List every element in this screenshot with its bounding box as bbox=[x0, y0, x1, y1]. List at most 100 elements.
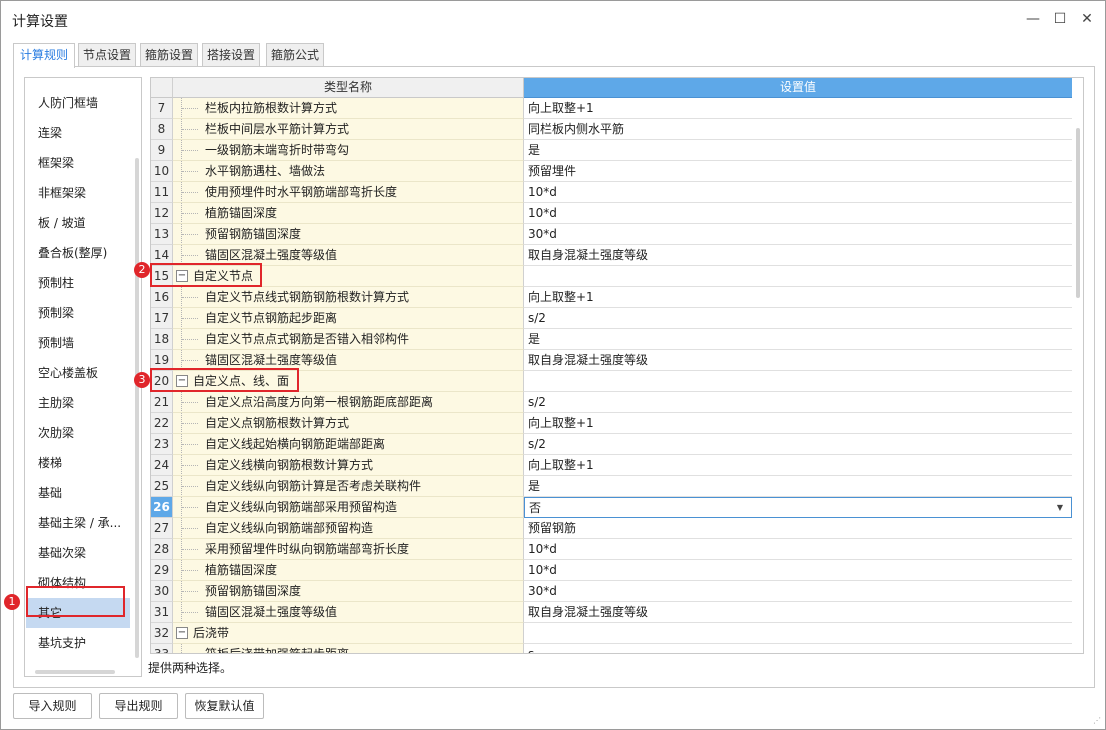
sidebar-item[interactable]: 人防门框墙 bbox=[26, 88, 130, 118]
sidebar-item[interactable]: 主肋梁 bbox=[26, 388, 130, 418]
list-vertical-scrollbar[interactable] bbox=[135, 158, 139, 658]
setting-value-cell[interactable]: s bbox=[524, 644, 1072, 653]
tab-stirrup-formula[interactable]: 箍筋公式 bbox=[266, 43, 324, 67]
export-rules-button[interactable]: 导出规则 bbox=[99, 693, 178, 719]
tree-line-icon bbox=[181, 455, 201, 475]
group-row[interactable]: 32− 后浇带 bbox=[151, 623, 1072, 644]
restore-defaults-button[interactable]: 恢复默认值 bbox=[185, 693, 264, 719]
setting-value-cell[interactable] bbox=[524, 266, 1072, 287]
table-row[interactable]: 12 植筋锚固深度 10*d bbox=[151, 203, 1072, 224]
resize-grip-icon[interactable]: ⋰ bbox=[1093, 716, 1101, 725]
setting-value-cell[interactable]: 10*d bbox=[524, 560, 1072, 581]
table-row[interactable]: 28 采用预留埋件时纵向钢筋端部弯折长度 10*d bbox=[151, 539, 1072, 560]
setting-value-cell[interactable] bbox=[524, 623, 1072, 644]
grid-vertical-scrollbar[interactable] bbox=[1076, 128, 1080, 298]
column-header-name[interactable]: 类型名称 bbox=[173, 78, 524, 98]
list-horizontal-scrollbar[interactable] bbox=[35, 670, 115, 674]
table-row[interactable]: 16 自定义节点线式钢筋钢筋根数计算方式 向上取整+1 bbox=[151, 287, 1072, 308]
sidebar-item[interactable]: 基础主梁 / 承... bbox=[26, 508, 130, 538]
tab-stirrup-settings[interactable]: 箍筋设置 bbox=[140, 43, 198, 67]
setting-value-cell[interactable]: s/2 bbox=[524, 434, 1072, 455]
setting-name: 自定义节点点式钢筋是否错入相邻构件 bbox=[205, 332, 410, 346]
table-row[interactable]: 23 自定义线起始横向钢筋距端部距离 s/2 bbox=[151, 434, 1072, 455]
collapse-icon[interactable]: − bbox=[176, 627, 188, 639]
setting-value-cell[interactable]: 10*d bbox=[524, 539, 1072, 560]
sidebar-item[interactable]: 基坑支护 bbox=[26, 628, 130, 658]
sidebar-item[interactable]: 楼梯 bbox=[26, 448, 130, 478]
minimize-icon[interactable]: — bbox=[1023, 9, 1043, 29]
tree-line-icon bbox=[181, 98, 201, 118]
setting-name: 预留钢筋锚固深度 bbox=[205, 227, 302, 241]
table-row[interactable]: 30 预留钢筋锚固深度 30*d bbox=[151, 581, 1072, 602]
sidebar-item[interactable]: 叠合板(整厚) bbox=[26, 238, 130, 268]
table-row[interactable]: 29 植筋锚固深度 10*d bbox=[151, 560, 1072, 581]
setting-value-cell[interactable]: 10*d bbox=[524, 203, 1072, 224]
setting-value-cell[interactable]: 取自身混凝土强度等级 bbox=[524, 350, 1072, 371]
table-row[interactable]: 11 使用预埋件时水平钢筋端部弯折长度 10*d bbox=[151, 182, 1072, 203]
setting-value-cell[interactable] bbox=[524, 371, 1072, 392]
table-row[interactable]: 22 自定义点钢筋根数计算方式 向上取整+1 bbox=[151, 413, 1072, 434]
table-row[interactable]: 24 自定义线横向钢筋根数计算方式 向上取整+1 bbox=[151, 455, 1072, 476]
group-row[interactable]: 15− 自定义节点 bbox=[151, 266, 1072, 287]
table-row[interactable]: 25 自定义线纵向钢筋计算是否考虑关联构件 是 bbox=[151, 476, 1072, 497]
setting-value-cell[interactable]: 取自身混凝土强度等级 bbox=[524, 602, 1072, 623]
close-icon[interactable]: ✕ bbox=[1077, 9, 1097, 29]
tree-line-icon bbox=[181, 644, 201, 653]
table-row[interactable]: 26 自定义线纵向钢筋端部采用预留构造否 ▼ bbox=[151, 497, 1072, 518]
setting-value-cell[interactable]: 30*d bbox=[524, 581, 1072, 602]
table-row[interactable]: 31 锚固区混凝土强度等级值 取自身混凝土强度等级 bbox=[151, 602, 1072, 623]
setting-value-cell[interactable]: 预留埋件 bbox=[524, 161, 1072, 182]
sidebar-item[interactable]: 连梁 bbox=[26, 118, 130, 148]
table-row[interactable]: 27 自定义线纵向钢筋端部预留构造 预留钢筋 bbox=[151, 518, 1072, 539]
setting-value: 向上取整+1 bbox=[528, 101, 594, 115]
import-rules-button[interactable]: 导入规则 bbox=[13, 693, 92, 719]
setting-value-cell[interactable]: 同栏板内侧水平筋 bbox=[524, 119, 1072, 140]
setting-value-cell[interactable]: 向上取整+1 bbox=[524, 287, 1072, 308]
tab-node-settings[interactable]: 节点设置 bbox=[78, 43, 136, 67]
setting-value-cell[interactable]: 是 bbox=[524, 476, 1072, 497]
setting-name-cell: 自定义线纵向钢筋端部预留构造 bbox=[173, 518, 524, 539]
sidebar-item[interactable]: 基础次梁 bbox=[26, 538, 130, 568]
sidebar-item[interactable]: 非框架梁 bbox=[26, 178, 130, 208]
sidebar-item[interactable]: 次肋梁 bbox=[26, 418, 130, 448]
sidebar-item[interactable]: 基础 bbox=[26, 478, 130, 508]
tab-calc-rules[interactable]: 计算规则 bbox=[13, 43, 75, 68]
table-row[interactable]: 8 栏板中间层水平筋计算方式 同栏板内侧水平筋 bbox=[151, 119, 1072, 140]
table-row[interactable]: 10 水平钢筋遇柱、墙做法 预留埋件 bbox=[151, 161, 1072, 182]
table-row[interactable]: 7 栏板内拉筋根数计算方式 向上取整+1 bbox=[151, 98, 1072, 119]
sidebar-item[interactable]: 框架梁 bbox=[26, 148, 130, 178]
setting-value-cell[interactable]: 预留钢筋 bbox=[524, 518, 1072, 539]
sidebar-item[interactable]: 预制梁 bbox=[26, 298, 130, 328]
sidebar-item[interactable]: 预制柱 bbox=[26, 268, 130, 298]
setting-value-cell[interactable]: s/2 bbox=[524, 392, 1072, 413]
tree-line-icon bbox=[181, 308, 201, 328]
column-header-value[interactable]: 设置值 bbox=[524, 78, 1072, 98]
maximize-icon[interactable]: ☐ bbox=[1050, 9, 1070, 29]
table-row[interactable]: 18 自定义节点点式钢筋是否错入相邻构件 是 bbox=[151, 329, 1072, 350]
tab-lap-settings[interactable]: 搭接设置 bbox=[202, 43, 260, 67]
description-text: 提供两种选择。 bbox=[148, 661, 233, 675]
sidebar-item[interactable]: 预制墙 bbox=[26, 328, 130, 358]
setting-value: s/2 bbox=[528, 437, 546, 451]
setting-value-cell[interactable]: 10*d bbox=[524, 182, 1072, 203]
setting-value-cell[interactable]: 是 bbox=[524, 329, 1072, 350]
table-row[interactable]: 13 预留钢筋锚固深度 30*d bbox=[151, 224, 1072, 245]
sidebar-item[interactable]: 板 / 坡道 bbox=[26, 208, 130, 238]
table-row[interactable]: 33 筏板后浇带加强筋起步距离 s bbox=[151, 644, 1072, 653]
setting-value-dropdown[interactable]: 否 ▼ bbox=[524, 497, 1072, 518]
setting-name-cell: 自定义节点点式钢筋是否错入相邻构件 bbox=[173, 329, 524, 350]
row-number: 7 bbox=[151, 98, 173, 119]
table-row[interactable]: 17 自定义节点钢筋起步距离 s/2 bbox=[151, 308, 1072, 329]
setting-value-cell[interactable]: 是 bbox=[524, 140, 1072, 161]
setting-value-cell[interactable]: s/2 bbox=[524, 308, 1072, 329]
setting-value-cell[interactable]: 30*d bbox=[524, 224, 1072, 245]
chevron-down-icon[interactable]: ▼ bbox=[1057, 498, 1063, 518]
sidebar-item[interactable]: 空心楼盖板 bbox=[26, 358, 130, 388]
table-row[interactable]: 14 锚固区混凝土强度等级值 取自身混凝土强度等级 bbox=[151, 245, 1072, 266]
setting-value-cell[interactable]: 向上取整+1 bbox=[524, 98, 1072, 119]
setting-value-cell[interactable]: 向上取整+1 bbox=[524, 455, 1072, 476]
setting-value-cell[interactable]: 向上取整+1 bbox=[524, 413, 1072, 434]
setting-value-cell[interactable]: 取自身混凝土强度等级 bbox=[524, 245, 1072, 266]
table-row[interactable]: 21 自定义点沿高度方向第一根钢筋距底部距离 s/2 bbox=[151, 392, 1072, 413]
table-row[interactable]: 9 一级钢筋末端弯折时带弯勾 是 bbox=[151, 140, 1072, 161]
